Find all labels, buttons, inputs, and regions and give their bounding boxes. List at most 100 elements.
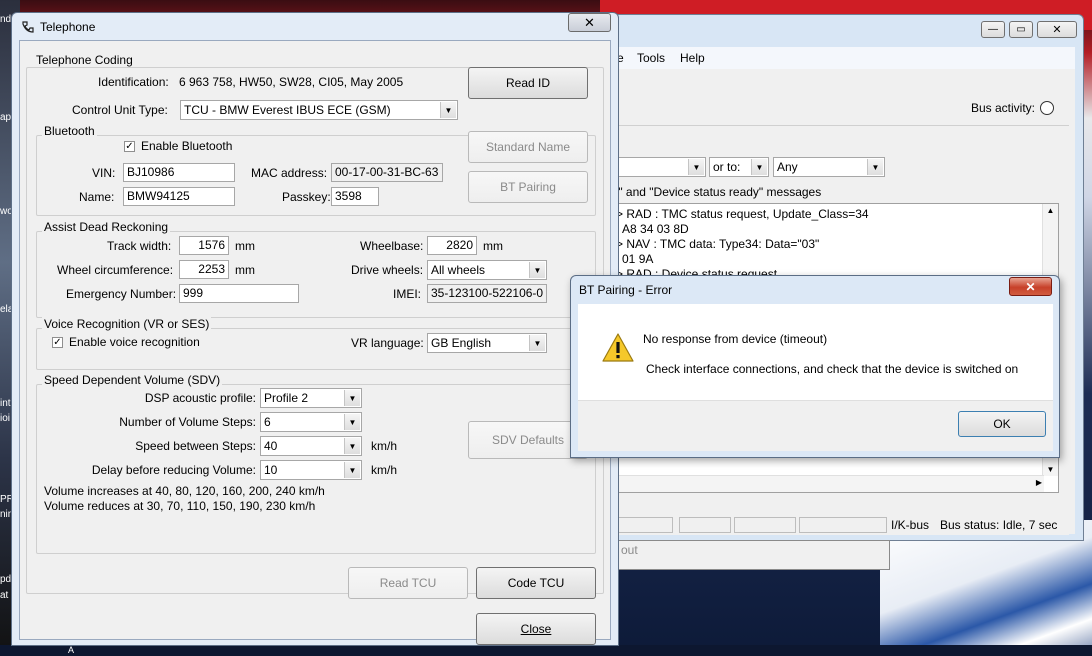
speed-between-steps-select[interactable]: 40 ▼ [260, 436, 362, 456]
dsp-profile-select[interactable]: Profile 2 ▼ [260, 388, 362, 408]
control-unit-select[interactable]: TCU - BMW Everest IBUS ECE (GSM) ▼ [180, 100, 458, 120]
delay-reducing-label: Delay before reducing Volume: [91, 463, 256, 477]
track-width-label: Track width: [107, 239, 172, 253]
wheelbase-field[interactable]: 2820 [427, 236, 477, 255]
warning-icon [602, 333, 634, 362]
speed-between-steps-value: 40 [264, 439, 278, 453]
wheelbase-label: Wheelbase: [360, 239, 424, 253]
filter-note: st" and "Device status ready" messages [609, 185, 822, 199]
volume-steps-label: Number of Volume Steps: [119, 415, 256, 429]
log-hscrollbar[interactable]: ▶ [610, 475, 1044, 492]
name-field[interactable]: BMW94125 [123, 187, 235, 206]
scroll-down-icon[interactable]: ▼ [1043, 465, 1058, 474]
dsp-profile-value: Profile 2 [264, 391, 309, 405]
wheelbase-unit: mm [483, 239, 503, 253]
wheel-circumference-unit: mm [235, 263, 255, 277]
underlying-window: out [616, 540, 890, 570]
vin-field[interactable]: BJ10986 [123, 163, 235, 182]
ok-button[interactable]: OK [958, 411, 1046, 437]
status-bus-type: I/K-bus [891, 518, 930, 532]
code-tcu-button[interactable]: Code TCU [476, 567, 596, 599]
filter-to-value: Any [777, 160, 798, 174]
enable-bluetooth-label: Enable Bluetooth [141, 139, 233, 153]
desktop-fragment-text: ioi [0, 413, 11, 424]
dialog-close-button[interactable]: ✕ [1009, 277, 1052, 296]
menu-item-tools[interactable]: Tools [637, 51, 665, 65]
sdv-group-title: Speed Dependent Volume (SDV) [42, 373, 223, 387]
bus-activity-label: Bus activity: [971, 101, 1036, 115]
volume-steps-select[interactable]: 6 ▼ [260, 412, 362, 432]
wheel-circumference-label: Wheel circumference: [57, 263, 174, 277]
window-close-button[interactable]: ✕ [1037, 21, 1077, 38]
bt-pairing-button[interactable]: BT Pairing [468, 171, 588, 203]
enable-voice-recognition-checkbox[interactable]: ✓ [52, 337, 63, 348]
chevron-down-icon: ▼ [688, 159, 704, 175]
scroll-right-icon[interactable]: ▶ [1036, 478, 1042, 487]
track-width-unit: mm [235, 239, 255, 253]
underlying-window-text: out [621, 543, 638, 557]
error-message: No response from device (timeout) [643, 332, 828, 346]
filter-to-select[interactable]: Any ▼ [773, 157, 885, 177]
desktop-fragment-text: at [0, 590, 9, 601]
drive-wheels-value: All wheels [431, 263, 486, 277]
chevron-down-icon: ▼ [867, 159, 883, 175]
maximize-button[interactable]: ▭ [1009, 21, 1033, 38]
chevron-down-icon: ▼ [529, 335, 545, 351]
track-width-field[interactable]: 1576 [179, 236, 229, 255]
menu-bar: e Tools Help [609, 47, 1075, 69]
assist-dead-reckoning-title: Assist Dead Reckoning [42, 220, 171, 234]
status-panel [679, 517, 731, 533]
delay-reducing-select[interactable]: 10 ▼ [260, 460, 362, 480]
emergency-number-field[interactable]: 999 [179, 284, 299, 303]
vr-language-select[interactable]: GB English ▼ [427, 333, 547, 353]
chevron-down-icon: ▼ [344, 390, 360, 406]
separator [609, 125, 1069, 126]
passkey-field[interactable]: 3598 [331, 187, 379, 206]
scroll-up-icon[interactable]: ▲ [1043, 206, 1058, 215]
filter-from-select[interactable]: y ▼ [609, 157, 706, 177]
drive-wheels-label: Drive wheels: [351, 263, 424, 277]
vin-label: VIN: [92, 166, 116, 180]
window-close-button[interactable]: ✕ [568, 13, 611, 32]
filter-or-to-select[interactable]: or to: ▼ [709, 157, 769, 177]
vr-language-value: GB English [431, 336, 492, 350]
bt-pairing-error-dialog: BT Pairing - Error ✕ No response from de… [570, 275, 1060, 458]
chevron-down-icon: ▼ [751, 159, 767, 175]
close-button[interactable]: Close [476, 613, 596, 645]
enable-voice-recognition-label: Enable voice recognition [69, 335, 200, 349]
chevron-down-icon: ▼ [529, 262, 545, 278]
menu-item-help[interactable]: Help [680, 51, 705, 65]
imei-field[interactable]: 35-123100-522106-0 [427, 284, 547, 303]
error-detail: Check interface connections, and check t… [646, 362, 1019, 376]
read-tcu-button[interactable]: Read TCU [348, 567, 468, 599]
volume-reduce-info: Volume reduces at 30, 70, 110, 150, 190,… [44, 499, 316, 513]
bus-activity-indicator [1040, 101, 1054, 115]
emergency-number-label: Emergency Number: [66, 287, 177, 301]
delay-reducing-unit: km/h [371, 463, 398, 477]
taskbar-item[interactable]: A [68, 645, 74, 655]
mac-address-field[interactable]: 00-17-00-31-BC-63 [331, 163, 443, 182]
telephone-client: Telephone Coding Identification: 6 963 7… [19, 40, 611, 645]
log-line: F A8 34 03 8D [612, 222, 689, 236]
status-panel [734, 517, 796, 533]
passkey-label: Passkey: [282, 190, 331, 204]
read-id-button[interactable]: Read ID [468, 67, 588, 99]
status-bar: I/K-bus Bus status: Idle, 7 sec [609, 515, 1069, 535]
volume-steps-value: 6 [264, 415, 271, 429]
identification-value: 6 963 758, HW50, SW28, CI05, May 2005 [179, 75, 404, 89]
drive-wheels-select[interactable]: All wheels ▼ [427, 260, 547, 280]
chevron-down-icon: ▼ [344, 414, 360, 430]
enable-bluetooth-checkbox[interactable]: ✓ [124, 141, 135, 152]
wheel-circumference-field[interactable]: 2253 [179, 260, 229, 279]
minimize-button[interactable]: — [981, 21, 1005, 38]
imei-label: IMEI: [393, 287, 422, 301]
voice-recognition-title: Voice Recognition (VR or SES) [42, 317, 212, 331]
bluetooth-group-title: Bluetooth [42, 124, 97, 138]
volume-increase-info: Volume increases at 40, 80, 120, 160, 20… [44, 484, 325, 498]
taskbar-strip [0, 645, 1092, 656]
speed-between-steps-unit: km/h [371, 439, 398, 453]
standard-name-button[interactable]: Standard Name [468, 131, 588, 163]
dialog-footer: OK [578, 400, 1053, 451]
mac-address-label: MAC address: [251, 166, 328, 180]
control-unit-label: Control Unit Type: [72, 103, 168, 117]
